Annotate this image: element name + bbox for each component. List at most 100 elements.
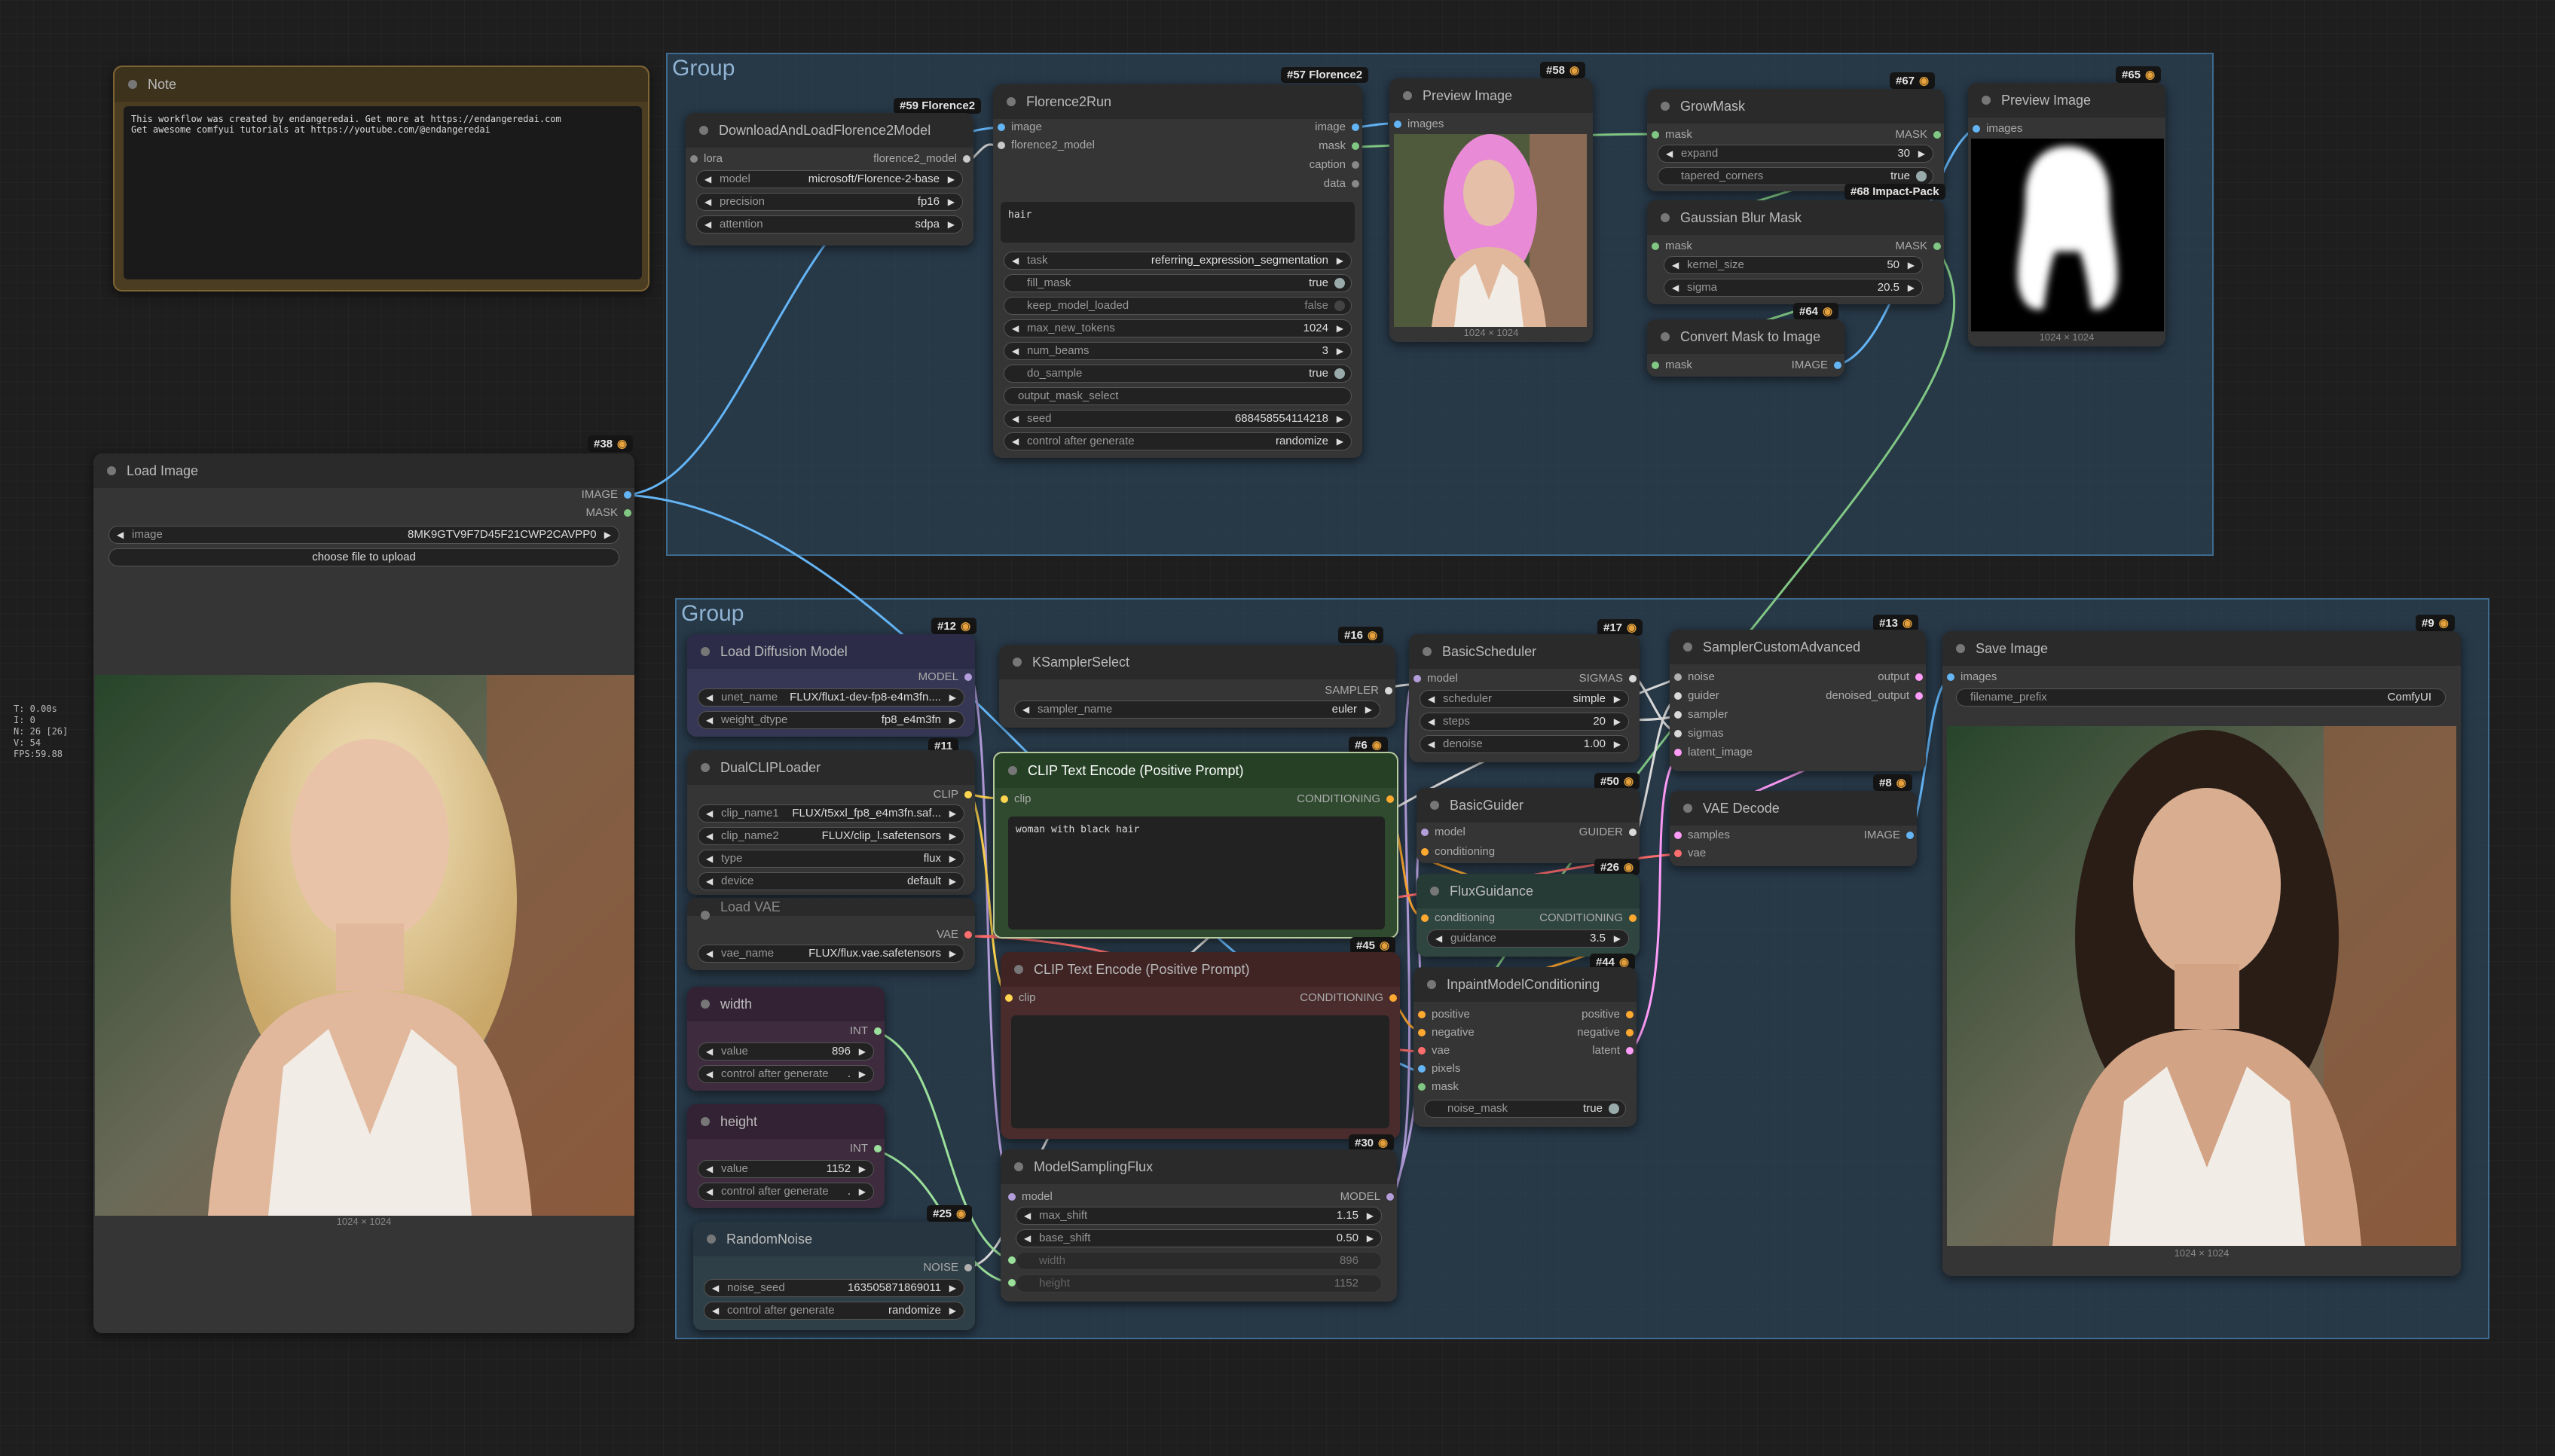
output-sampler[interactable]: SAMPLER bbox=[1325, 682, 1392, 699]
input-images[interactable]: images bbox=[1947, 669, 1997, 685]
output-dot[interactable] bbox=[1385, 687, 1392, 694]
arrow-left-icon[interactable]: ◀ bbox=[117, 527, 124, 543]
output-mask[interactable]: mask bbox=[1319, 138, 1359, 154]
output-image[interactable]: IMAGE bbox=[1792, 357, 1841, 374]
arrow-right-icon[interactable]: ▶ bbox=[859, 1161, 866, 1177]
output-dot[interactable] bbox=[1386, 795, 1394, 803]
output-latent[interactable]: latent bbox=[1592, 1042, 1634, 1059]
input-vae[interactable]: vae bbox=[1674, 845, 1706, 862]
input-mask[interactable]: mask bbox=[1652, 357, 1692, 374]
input-dot[interactable] bbox=[1421, 829, 1429, 836]
node-title[interactable]: height bbox=[687, 1104, 885, 1139]
node-title[interactable]: Note bbox=[115, 67, 648, 102]
convert-mask-node[interactable]: Convert Mask to Image mask IMAGE bbox=[1647, 319, 1844, 377]
input-dot[interactable] bbox=[1418, 1083, 1426, 1091]
toggle-off-icon[interactable] bbox=[1334, 301, 1345, 311]
input-clip[interactable]: clip bbox=[1005, 990, 1036, 1006]
florence-run-node[interactable]: Florence2Run image florence2_model image… bbox=[993, 84, 1362, 458]
arrow-left-icon[interactable]: ◀ bbox=[1428, 713, 1435, 730]
toggle-on-icon[interactable] bbox=[1334, 368, 1345, 379]
grow-mask-node[interactable]: GrowMask mask MASK ◀ expand 30 ▶ tapered_co… bbox=[1647, 89, 1944, 191]
clip-text-positive-node[interactable]: CLIP Text Encode (Positive Prompt) clip … bbox=[993, 752, 1398, 939]
arrow-left-icon[interactable]: ◀ bbox=[704, 194, 711, 210]
node-title[interactable]: CLIP Text Encode (Positive Prompt) bbox=[1001, 952, 1400, 987]
output-guider[interactable]: GUIDER bbox=[1579, 824, 1637, 841]
arrow-right-icon[interactable]: ▶ bbox=[1337, 343, 1343, 359]
arrow-right-icon[interactable]: ▶ bbox=[948, 171, 955, 188]
input-samples[interactable]: samples bbox=[1674, 827, 1730, 844]
clip-name1-combo[interactable]: ◀ clip_name1 FLUX/t5xxl_fp8_e4m3fn.saf... ▶ bbox=[698, 804, 964, 823]
node-title[interactable]: Load Diffusion Model bbox=[687, 634, 975, 669]
load-diffusion-node[interactable]: Load Diffusion Model MODEL ◀ unet_name FLU… bbox=[687, 634, 975, 737]
arrow-left-icon[interactable]: ◀ bbox=[1012, 411, 1019, 427]
weight-dtype-combo[interactable]: ◀ weight_dtype fp8_e4m3fn ▶ bbox=[698, 711, 964, 729]
guidance-number[interactable]: ◀ guidance 3.5 ▶ bbox=[1427, 929, 1629, 948]
arrow-right-icon[interactable]: ▶ bbox=[1918, 145, 1925, 162]
seed-number[interactable]: ◀ seed 688458554114218 ▶ bbox=[1004, 410, 1352, 428]
output-mask-select-field[interactable]: output_mask_select bbox=[1004, 387, 1352, 405]
steps-number[interactable]: ◀ steps 20 ▶ bbox=[1420, 713, 1629, 731]
arrow-left-icon[interactable]: ◀ bbox=[1024, 1207, 1031, 1224]
output-denoised[interactable]: denoised_output bbox=[1826, 688, 1923, 704]
max-tokens-number[interactable]: ◀ max_new_tokens 1024 ▶ bbox=[1004, 319, 1352, 337]
node-title[interactable]: Preview Image bbox=[1389, 78, 1593, 113]
sampler-name-combo[interactable]: ◀ sampler_name euler ▶ bbox=[1014, 701, 1380, 719]
arrow-right-icon[interactable]: ▶ bbox=[1908, 257, 1915, 273]
output-dot[interactable] bbox=[1352, 142, 1359, 150]
arrow-left-icon[interactable]: ◀ bbox=[706, 1183, 713, 1200]
arrow-left-icon[interactable]: ◀ bbox=[1012, 343, 1019, 359]
output-dot[interactable] bbox=[1906, 832, 1914, 839]
preview-image-node[interactable]: Preview Image images 1024 × 1024 bbox=[1389, 78, 1593, 342]
arrow-right-icon[interactable]: ▶ bbox=[1367, 1207, 1374, 1224]
vae-name-combo[interactable]: ◀ vae_name FLUX/flux.vae.safetensors ▶ bbox=[698, 945, 964, 963]
output-dot[interactable] bbox=[874, 1145, 882, 1152]
node-title[interactable]: Florence2Run bbox=[993, 84, 1362, 119]
output-model[interactable]: MODEL bbox=[918, 669, 972, 685]
arrow-left-icon[interactable]: ◀ bbox=[1428, 736, 1435, 752]
output-noise[interactable]: NOISE bbox=[923, 1259, 972, 1276]
output-output[interactable]: output bbox=[1878, 669, 1923, 685]
input-dot[interactable] bbox=[1674, 711, 1682, 719]
workflow-canvas[interactable]: Group Group Note This workflow was creat… bbox=[0, 0, 2555, 1456]
input-mask[interactable]: mask bbox=[1652, 238, 1692, 255]
node-title[interactable]: Convert Mask to Image bbox=[1647, 319, 1844, 354]
node-title[interactable]: Gaussian Blur Mask bbox=[1647, 200, 1944, 235]
dual-clip-node[interactable]: DualCLIPLoader CLIP ◀ clip_name1 FLUX/t5xx… bbox=[687, 750, 975, 895]
output-dot[interactable] bbox=[1629, 675, 1637, 682]
height-control-combo[interactable]: ◀ control after generate. ▶ bbox=[698, 1183, 874, 1201]
output-dot[interactable] bbox=[1352, 124, 1359, 131]
width-control-combo[interactable]: ◀ control after generate. ▶ bbox=[698, 1065, 874, 1083]
input-positive[interactable]: positive bbox=[1418, 1006, 1470, 1023]
arrow-left-icon[interactable]: ◀ bbox=[712, 1280, 719, 1296]
input-noise[interactable]: noise bbox=[1674, 669, 1715, 685]
output-mask[interactable]: MASK bbox=[1895, 127, 1941, 143]
arrow-left-icon[interactable]: ◀ bbox=[706, 945, 713, 962]
type-combo[interactable]: ◀ type flux ▶ bbox=[698, 850, 964, 868]
input-dot[interactable] bbox=[1674, 673, 1682, 681]
output-data[interactable]: data bbox=[1324, 176, 1359, 192]
input-dot[interactable] bbox=[690, 155, 698, 163]
basic-guider-node[interactable]: BasicGuider model conditioning GUIDER bbox=[1417, 788, 1640, 863]
toggle-on-icon[interactable] bbox=[1916, 171, 1927, 182]
arrow-left-icon[interactable]: ◀ bbox=[1672, 279, 1679, 296]
input-dot[interactable] bbox=[1674, 850, 1682, 857]
input-sampler[interactable]: sampler bbox=[1674, 707, 1728, 723]
output-dot[interactable] bbox=[624, 491, 631, 499]
output-dot[interactable] bbox=[1626, 1047, 1634, 1055]
fill-mask-toggle[interactable]: fill_mask true bbox=[1004, 274, 1352, 292]
arrow-right-icon[interactable]: ▶ bbox=[1365, 701, 1372, 718]
input-dot[interactable] bbox=[1652, 362, 1659, 369]
node-title[interactable]: BasicGuider bbox=[1417, 788, 1640, 823]
input-dot[interactable] bbox=[1418, 1011, 1426, 1018]
arrow-left-icon[interactable]: ◀ bbox=[706, 689, 713, 706]
arrow-left-icon[interactable]: ◀ bbox=[706, 1066, 713, 1082]
arrow-right-icon[interactable]: ▶ bbox=[1908, 279, 1915, 296]
arrow-right-icon[interactable]: ▶ bbox=[604, 527, 611, 543]
output-negative[interactable]: negative bbox=[1577, 1024, 1634, 1041]
arrow-left-icon[interactable]: ◀ bbox=[1012, 252, 1019, 269]
node-title[interactable]: ModelSamplingFlux bbox=[1001, 1149, 1397, 1184]
input-vae[interactable]: vae bbox=[1418, 1042, 1450, 1059]
sampler-custom-advanced-node[interactable]: SamplerCustomAdvanced noise guider sampl… bbox=[1670, 630, 1926, 771]
input-latent-image[interactable]: latent_image bbox=[1674, 744, 1753, 761]
toggle-on-icon[interactable] bbox=[1609, 1103, 1619, 1114]
